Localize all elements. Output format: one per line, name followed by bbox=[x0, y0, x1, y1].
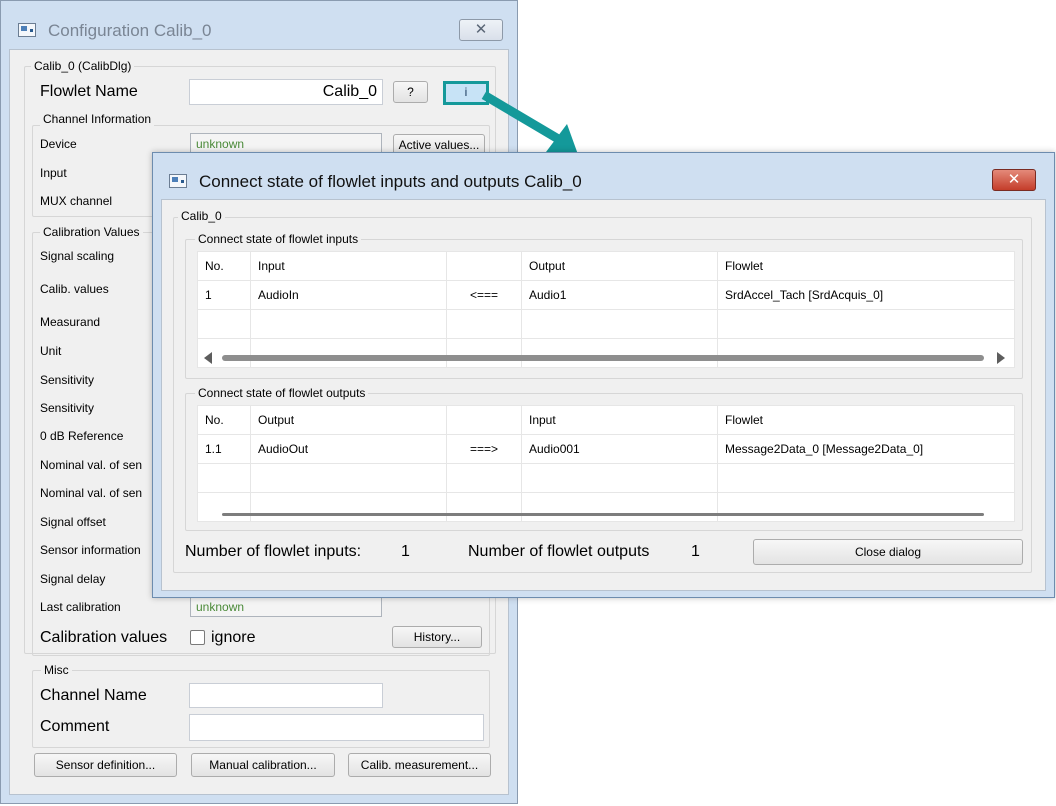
cell-direction: <=== bbox=[446, 280, 522, 310]
device-value: unknown bbox=[196, 137, 245, 151]
table-row-empty bbox=[197, 492, 1015, 522]
cell-input: AudioIn bbox=[250, 280, 447, 310]
num-outputs-label: Number of flowlet outputs bbox=[468, 543, 650, 560]
cell-output: AudioOut bbox=[250, 434, 447, 464]
table-row-empty bbox=[197, 463, 1015, 493]
col-header-flowlet: Flowlet bbox=[717, 251, 1015, 281]
col-header-no: No. bbox=[197, 251, 251, 281]
cell-flowlet: SrdAccel_Tach [SrdAcquis_0] bbox=[717, 280, 1015, 310]
dialog-client: Calib_0 Connect state of flowlet inputs … bbox=[161, 199, 1046, 591]
num-inputs-value: 1 bbox=[401, 543, 410, 560]
mux-channel-label: MUX channel bbox=[40, 194, 113, 208]
col-header-flowlet: Flowlet bbox=[717, 405, 1015, 435]
calib-values-label: Calib. values bbox=[40, 282, 109, 296]
input-label: Input bbox=[40, 166, 67, 180]
misc-title: Misc bbox=[41, 663, 72, 677]
col-header-input: Input bbox=[521, 405, 718, 435]
dialog-title: Connect state of flowlet inputs and outp… bbox=[199, 172, 582, 191]
last-calibration-value: unknown bbox=[196, 600, 245, 614]
comment-field[interactable] bbox=[189, 714, 484, 741]
flowlet-name-value: Calib_0 bbox=[322, 83, 377, 100]
help-button[interactable]: ? bbox=[393, 81, 428, 103]
col-header-no: No. bbox=[197, 405, 251, 435]
sensor-definition-button[interactable]: Sensor definition... bbox=[34, 753, 177, 777]
col-header-output: Output bbox=[521, 251, 718, 281]
calibration-values-ignore-label: Calibration values bbox=[40, 629, 168, 646]
info-button[interactable]: i bbox=[443, 81, 489, 105]
manual-calibration-button[interactable]: Manual calibration... bbox=[191, 753, 335, 777]
dialog-close-button[interactable]: ✕ bbox=[992, 169, 1036, 191]
channel-name-field[interactable] bbox=[189, 683, 383, 708]
close-icon: ✕ bbox=[474, 21, 488, 38]
flowlet-name-label: Flowlet Name bbox=[40, 83, 138, 100]
configuration-title: Configuration Calib_0 bbox=[48, 21, 212, 40]
calibration-values-title: Calibration Values bbox=[40, 225, 143, 239]
measurand-label: Measurand bbox=[40, 315, 101, 329]
outputs-header-row: No. Output Input Flowlet bbox=[197, 405, 1015, 435]
signal-scaling-label: Signal scaling bbox=[40, 249, 115, 263]
table-row[interactable]: 1.1 AudioOut ===> Audio001 Message2Data_… bbox=[197, 434, 1015, 464]
table-row[interactable]: 1 AudioIn <=== Audio1 SrdAccel_Tach [Srd… bbox=[197, 280, 1015, 310]
configuration-close-button[interactable]: ✕ bbox=[459, 19, 503, 41]
scroll-right-arrow-icon[interactable] bbox=[997, 352, 1005, 364]
connect-state-dialog: Connect state of flowlet inputs and outp… bbox=[152, 152, 1055, 598]
table-row-empty bbox=[197, 338, 1015, 368]
col-header-input: Input bbox=[250, 251, 447, 281]
cell-flowlet: Message2Data_0 [Message2Data_0] bbox=[717, 434, 1015, 464]
history-button[interactable]: History... bbox=[392, 626, 482, 648]
close-icon: ✕ bbox=[1007, 171, 1021, 188]
nominal-value-label-1: Nominal val. of sen bbox=[40, 458, 143, 472]
sensor-information-label: Sensor information bbox=[40, 543, 141, 557]
channel-info-title: Channel Information bbox=[40, 112, 155, 126]
sensitivity-label-2: Sensitivity bbox=[40, 401, 95, 415]
col-header-direction bbox=[446, 251, 522, 281]
cell-output: Audio1 bbox=[521, 280, 718, 310]
cell-no: 1 bbox=[197, 280, 251, 310]
col-header-direction bbox=[446, 405, 522, 435]
last-calibration-label: Last calibration bbox=[40, 600, 121, 614]
nominal-value-label-2: Nominal val. of sen bbox=[40, 486, 143, 500]
last-calibration-field: unknown bbox=[190, 597, 382, 617]
configuration-titlebar[interactable]: Configuration Calib_0 ✕ bbox=[1, 1, 517, 49]
signal-delay-label: Signal delay bbox=[40, 572, 106, 586]
dialog-window-icon bbox=[169, 174, 187, 188]
cell-direction: ===> bbox=[446, 434, 522, 464]
dialog-calib-group-title: Calib_0 bbox=[178, 209, 225, 223]
zero-db-reference-label: 0 dB Reference bbox=[40, 429, 124, 443]
outputs-horizontal-scrollbar[interactable] bbox=[222, 513, 984, 516]
inputs-table: No. Input Output Flowlet 1 AudioIn <=== … bbox=[197, 251, 1015, 368]
app-window-icon bbox=[18, 23, 36, 37]
sensitivity-label-1: Sensitivity bbox=[40, 373, 95, 387]
cell-no: 1.1 bbox=[197, 434, 251, 464]
inputs-horizontal-scrollbar[interactable] bbox=[222, 355, 984, 361]
comment-label: Comment bbox=[40, 718, 110, 735]
ignore-checkbox[interactable] bbox=[190, 630, 205, 645]
unit-label: Unit bbox=[40, 344, 62, 358]
outputs-title: Connect state of flowlet outputs bbox=[195, 386, 369, 400]
cell-input: Audio001 bbox=[521, 434, 718, 464]
close-dialog-button[interactable]: Close dialog bbox=[753, 539, 1023, 565]
outputs-table: No. Output Input Flowlet 1.1 AudioOut ==… bbox=[197, 405, 1015, 522]
inputs-title: Connect state of flowlet inputs bbox=[195, 232, 362, 246]
signal-offset-label: Signal offset bbox=[40, 515, 106, 529]
ignore-label: ignore bbox=[211, 629, 256, 646]
table-row-empty bbox=[197, 309, 1015, 339]
device-label: Device bbox=[40, 137, 77, 151]
inputs-header-row: No. Input Output Flowlet bbox=[197, 251, 1015, 281]
channel-name-label: Channel Name bbox=[40, 687, 147, 704]
num-outputs-value: 1 bbox=[691, 543, 700, 560]
col-header-output: Output bbox=[250, 405, 447, 435]
num-inputs-label: Number of flowlet inputs: bbox=[185, 543, 362, 560]
scroll-left-arrow-icon[interactable] bbox=[204, 352, 212, 364]
flowlet-name-field[interactable]: Calib_0 bbox=[189, 79, 383, 105]
calib-measurement-button[interactable]: Calib. measurement... bbox=[348, 753, 491, 777]
calib-main-group-title: Calib_0 (CalibDlg) bbox=[31, 59, 135, 73]
